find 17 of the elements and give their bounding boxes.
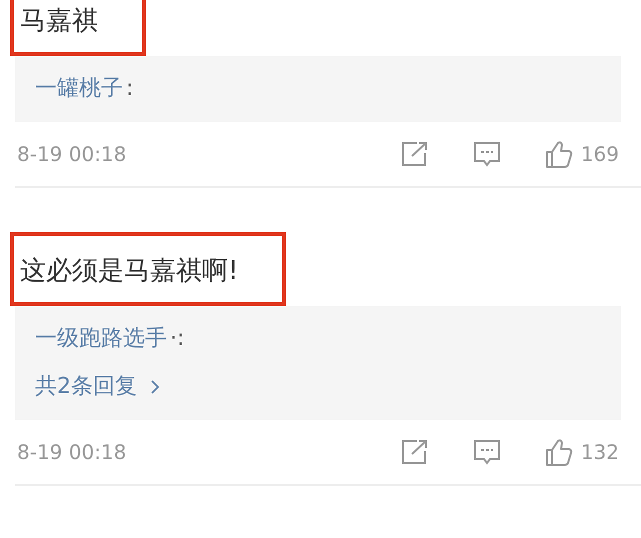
comment-time: 8-19 00:18 xyxy=(16,142,126,166)
reply-separator: : xyxy=(126,76,134,101)
chevron-icon xyxy=(149,378,161,396)
comment-time: 8-19 00:18 xyxy=(16,440,126,464)
reply-author[interactable]: 一级跑路选手 xyxy=(35,326,167,351)
reply-author[interactable]: 一罐桃子 xyxy=(35,76,123,101)
comment-icon[interactable] xyxy=(472,438,501,466)
comment-icon[interactable] xyxy=(472,140,501,168)
share-icon[interactable] xyxy=(400,439,429,465)
like-button[interactable]: 132 xyxy=(544,438,619,466)
like-button[interactable]: 169 xyxy=(544,140,619,168)
thumbs-up-icon xyxy=(544,438,573,466)
reply-separator: ·: xyxy=(170,326,184,351)
share-icon[interactable] xyxy=(400,141,429,167)
thumbs-up-icon xyxy=(544,140,573,168)
more-replies-link[interactable]: 共2条回复 xyxy=(35,363,601,411)
comment-text: 这必须是马嘉祺啊! xyxy=(10,232,286,306)
